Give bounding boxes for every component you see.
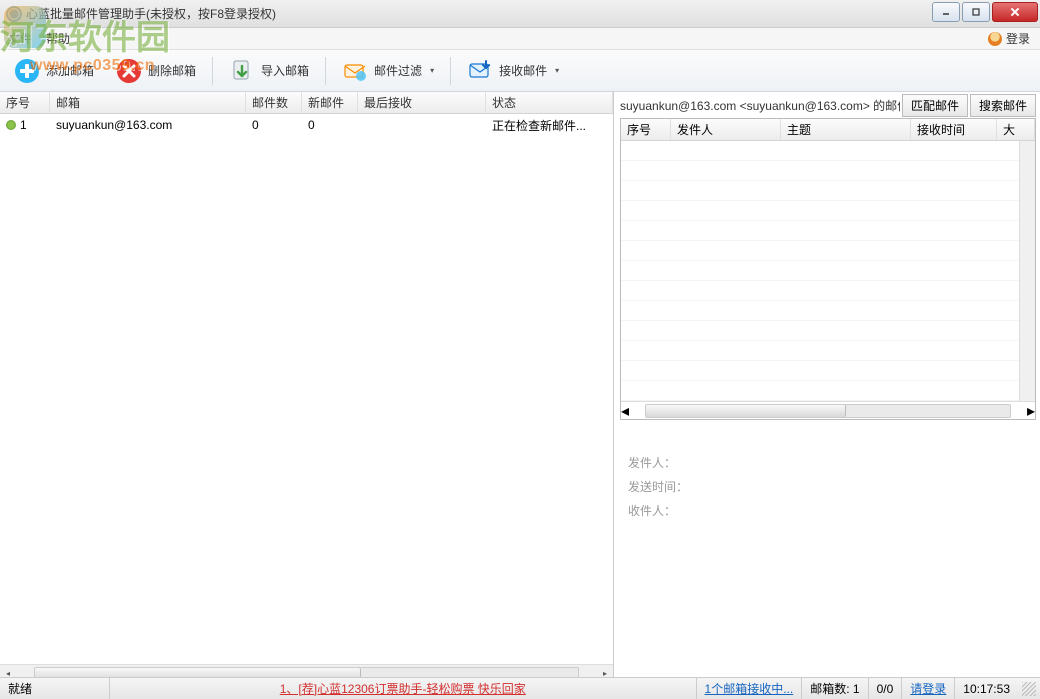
filter-icon bbox=[342, 58, 368, 84]
menubar: 文件 帮助 登录 bbox=[0, 28, 1040, 50]
tab-match[interactable]: 匹配邮件 bbox=[902, 94, 968, 117]
scroll-thumb[interactable] bbox=[646, 405, 846, 417]
col-status[interactable]: 状态 bbox=[486, 92, 613, 113]
import-mailbox-button[interactable]: 导入邮箱 bbox=[221, 54, 317, 88]
mail-filter-button[interactable]: 邮件过滤 ▾ bbox=[334, 54, 442, 88]
col-last-receive[interactable]: 最后接收 bbox=[358, 92, 486, 113]
statusbar: 就绪 1、[荐]心蓝12306订票助手-轻松购票 快乐回家 1个邮箱接收中...… bbox=[0, 677, 1040, 699]
add-mailbox-button[interactable]: 添加邮箱 bbox=[6, 54, 102, 88]
scroll-left-arrow[interactable]: ◂ bbox=[621, 401, 629, 421]
status-receiving-link[interactable]: 1个邮箱接收中... bbox=[705, 680, 794, 697]
mailbox-rows: 1 suyuankun@163.com 0 0 正在检查新邮件... bbox=[0, 114, 613, 664]
scroll-right-arrow[interactable]: ▸ bbox=[1027, 401, 1035, 421]
detail-senttime: 发送时间： bbox=[628, 476, 1028, 498]
mail-list-body bbox=[621, 141, 1035, 401]
login-label: 登录 bbox=[1006, 30, 1030, 47]
detail-sender: 发件人： bbox=[628, 452, 1028, 474]
panel-label: suyuankun@163.com <suyuankun@163.com> 的邮… bbox=[620, 97, 900, 114]
col-sender[interactable]: 发件人 bbox=[671, 119, 781, 140]
status-login-link[interactable]: 请登录 bbox=[910, 680, 946, 697]
scroll-track[interactable] bbox=[645, 404, 1011, 418]
tab-search[interactable]: 搜索邮件 bbox=[970, 94, 1036, 117]
cell-count: 0 bbox=[246, 118, 302, 132]
vertical-scrollbar[interactable] bbox=[1019, 141, 1035, 401]
delete-icon bbox=[116, 58, 142, 84]
toolbar-separator bbox=[450, 57, 451, 85]
status-ad-link[interactable]: 1、[荐]心蓝12306订票助手-轻松购票 快乐回家 bbox=[280, 680, 526, 697]
col-size[interactable]: 大 bbox=[997, 119, 1035, 140]
mail-list-headers: 序号 发件人 主题 接收时间 大 bbox=[621, 119, 1035, 141]
receive-icon bbox=[467, 58, 493, 84]
col-count[interactable]: 邮件数 bbox=[246, 92, 302, 113]
window-controls bbox=[932, 2, 1038, 22]
mail-preview-panel: suyuankun@163.com <suyuankun@163.com> 的邮… bbox=[614, 92, 1040, 682]
cell-mailbox: suyuankun@163.com bbox=[50, 118, 246, 132]
mail-list: 序号 发件人 主题 接收时间 大 ◂ ▸ bbox=[620, 118, 1036, 420]
right-tabs: suyuankun@163.com <suyuankun@163.com> 的邮… bbox=[620, 94, 1036, 116]
resize-grip[interactable] bbox=[1022, 682, 1036, 696]
toolbar: 添加邮箱 删除邮箱 导入邮箱 邮件过滤 ▾ 接收邮件 ▾ bbox=[0, 50, 1040, 92]
status-receiving: 1个邮箱接收中... bbox=[697, 678, 803, 699]
col-mailbox[interactable]: 邮箱 bbox=[50, 92, 246, 113]
receive-mail-button[interactable]: 接收邮件 ▾ bbox=[459, 54, 567, 88]
status-progress: 0/0 bbox=[869, 678, 903, 699]
user-icon bbox=[988, 32, 1002, 46]
mail-list-hscroll[interactable]: ◂ ▸ bbox=[621, 401, 1035, 419]
col-seq[interactable]: 序号 bbox=[621, 119, 671, 140]
minimize-button[interactable] bbox=[932, 2, 960, 22]
menu-help[interactable]: 帮助 bbox=[46, 30, 70, 47]
content: 序号 邮箱 邮件数 新邮件 最后接收 状态 1 suyuankun@163.co… bbox=[0, 92, 1040, 682]
watermark-logo bbox=[4, 6, 46, 48]
status-time: 10:17:53 bbox=[955, 678, 1018, 699]
mailbox-list-headers: 序号 邮箱 邮件数 新邮件 最后接收 状态 bbox=[0, 92, 613, 114]
import-icon bbox=[229, 58, 255, 84]
col-seq[interactable]: 序号 bbox=[0, 92, 50, 113]
window-title: 心蓝批量邮件管理助手(未授权，按F8登录授权) bbox=[26, 5, 276, 22]
col-new[interactable]: 新邮件 bbox=[302, 92, 358, 113]
chevron-down-icon: ▾ bbox=[430, 66, 434, 75]
toolbar-separator bbox=[212, 57, 213, 85]
status-mailbox-count: 邮箱数: 1 bbox=[802, 678, 868, 699]
chevron-down-icon: ▾ bbox=[555, 66, 559, 75]
maximize-button[interactable] bbox=[962, 2, 990, 22]
col-recvtime[interactable]: 接收时间 bbox=[911, 119, 997, 140]
status-ready: 就绪 bbox=[0, 678, 110, 699]
cell-new: 0 bbox=[302, 118, 358, 132]
titlebar: 心蓝批量邮件管理助手(未授权，按F8登录授权) bbox=[0, 0, 1040, 28]
delete-mailbox-button[interactable]: 删除邮箱 bbox=[108, 54, 204, 88]
cell-seq: 1 bbox=[20, 118, 27, 132]
cell-status: 正在检查新邮件... bbox=[486, 117, 613, 134]
status-dot-icon bbox=[6, 120, 16, 130]
plus-icon bbox=[14, 58, 40, 84]
status-login: 请登录 bbox=[902, 678, 955, 699]
col-subject[interactable]: 主题 bbox=[781, 119, 911, 140]
status-ad-segment: 1、[荐]心蓝12306订票助手-轻松购票 快乐回家 bbox=[110, 678, 697, 699]
close-button[interactable] bbox=[992, 2, 1038, 22]
mailbox-list-panel: 序号 邮箱 邮件数 新邮件 最后接收 状态 1 suyuankun@163.co… bbox=[0, 92, 614, 682]
login-link-top[interactable]: 登录 bbox=[988, 30, 1030, 47]
table-row[interactable]: 1 suyuankun@163.com 0 0 正在检查新邮件... bbox=[0, 114, 613, 136]
toolbar-separator bbox=[325, 57, 326, 85]
detail-recipient: 收件人： bbox=[628, 500, 1028, 522]
mail-detail: 发件人： 发送时间： 收件人： bbox=[620, 446, 1036, 530]
